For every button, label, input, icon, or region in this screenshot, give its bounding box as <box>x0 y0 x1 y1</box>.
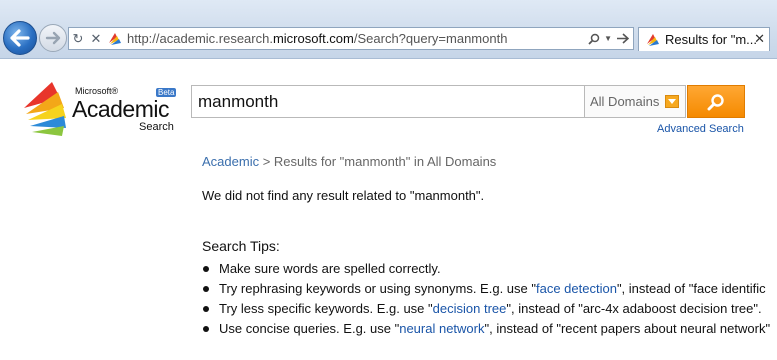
breadcrumb-current: Results for "manmonth" in All Domains <box>273 154 497 169</box>
logo-microsoft-text: Microsoft® <box>75 86 119 96</box>
list-item: Try less specific keywords. E.g. use "de… <box>202 299 777 319</box>
chevron-down-icon[interactable] <box>665 95 679 108</box>
back-button[interactable] <box>3 21 37 55</box>
forward-arrow-icon <box>45 31 61 45</box>
face-detection-link[interactable]: face detection <box>536 281 617 296</box>
list-item: Make sure words are spelled correctly. <box>202 259 777 279</box>
neural-network-link[interactable]: neural network <box>399 321 484 336</box>
favicon <box>109 32 121 45</box>
domain-select-value: All Domains <box>590 94 660 109</box>
list-item: Try rephrasing keywords or using synonym… <box>202 279 777 299</box>
back-arrow-icon <box>10 29 30 47</box>
breadcrumb: Academic > Results for "manmonth" in All… <box>202 154 496 169</box>
decision-tree-link[interactable]: decision tree <box>433 301 507 316</box>
bullet-icon <box>203 266 209 272</box>
search-button[interactable] <box>687 85 745 118</box>
domain-select[interactable]: All Domains <box>584 85 686 118</box>
logo-academic-text: Academic <box>72 96 169 122</box>
go-arrow-icon[interactable] <box>616 33 629 44</box>
breadcrumb-academic-link[interactable]: Academic <box>202 154 259 169</box>
list-item: Use concise queries. E.g. use "neural ne… <box>202 319 777 339</box>
close-icon[interactable]: ✕ <box>754 31 765 47</box>
no-results-message: We did not find any result related to "m… <box>202 188 485 203</box>
magnifier-icon <box>707 93 724 110</box>
search-input[interactable]: manmonth <box>191 85 584 118</box>
bullet-icon <box>203 286 209 292</box>
stop-icon[interactable]: ✕ <box>87 28 105 49</box>
dropdown-icon[interactable]: ▼ <box>604 34 612 43</box>
search-tips-heading: Search Tips: <box>202 238 280 254</box>
forward-button[interactable] <box>39 24 67 52</box>
academic-search-logo[interactable]: Microsoft® Academic Search Beta <box>20 78 180 140</box>
bullet-icon <box>203 326 209 332</box>
advanced-search-link[interactable]: Advanced Search <box>657 123 744 135</box>
logo-search-text: Search <box>139 121 174 133</box>
logo-icon <box>24 82 66 136</box>
browser-toolbar: ↻ ✕ http://academic.research.microsoft.c… <box>0 0 777 59</box>
search-tips-list: Make sure words are spelled correctly. T… <box>202 259 777 339</box>
beta-badge: Beta <box>156 88 177 97</box>
url-text: http://academic.research.microsoft.com/S… <box>127 31 508 46</box>
address-bar[interactable]: ↻ ✕ http://academic.research.microsoft.c… <box>68 27 634 50</box>
search-icon[interactable] <box>588 33 600 45</box>
tab-title: Results for "m... <box>665 32 758 47</box>
refresh-icon[interactable]: ↻ <box>69 28 87 49</box>
bullet-icon <box>203 306 209 312</box>
browser-tab[interactable]: Results for "m... ✕ <box>638 27 770 51</box>
breadcrumb-separator: > <box>262 154 271 169</box>
tab-favicon <box>647 33 659 46</box>
